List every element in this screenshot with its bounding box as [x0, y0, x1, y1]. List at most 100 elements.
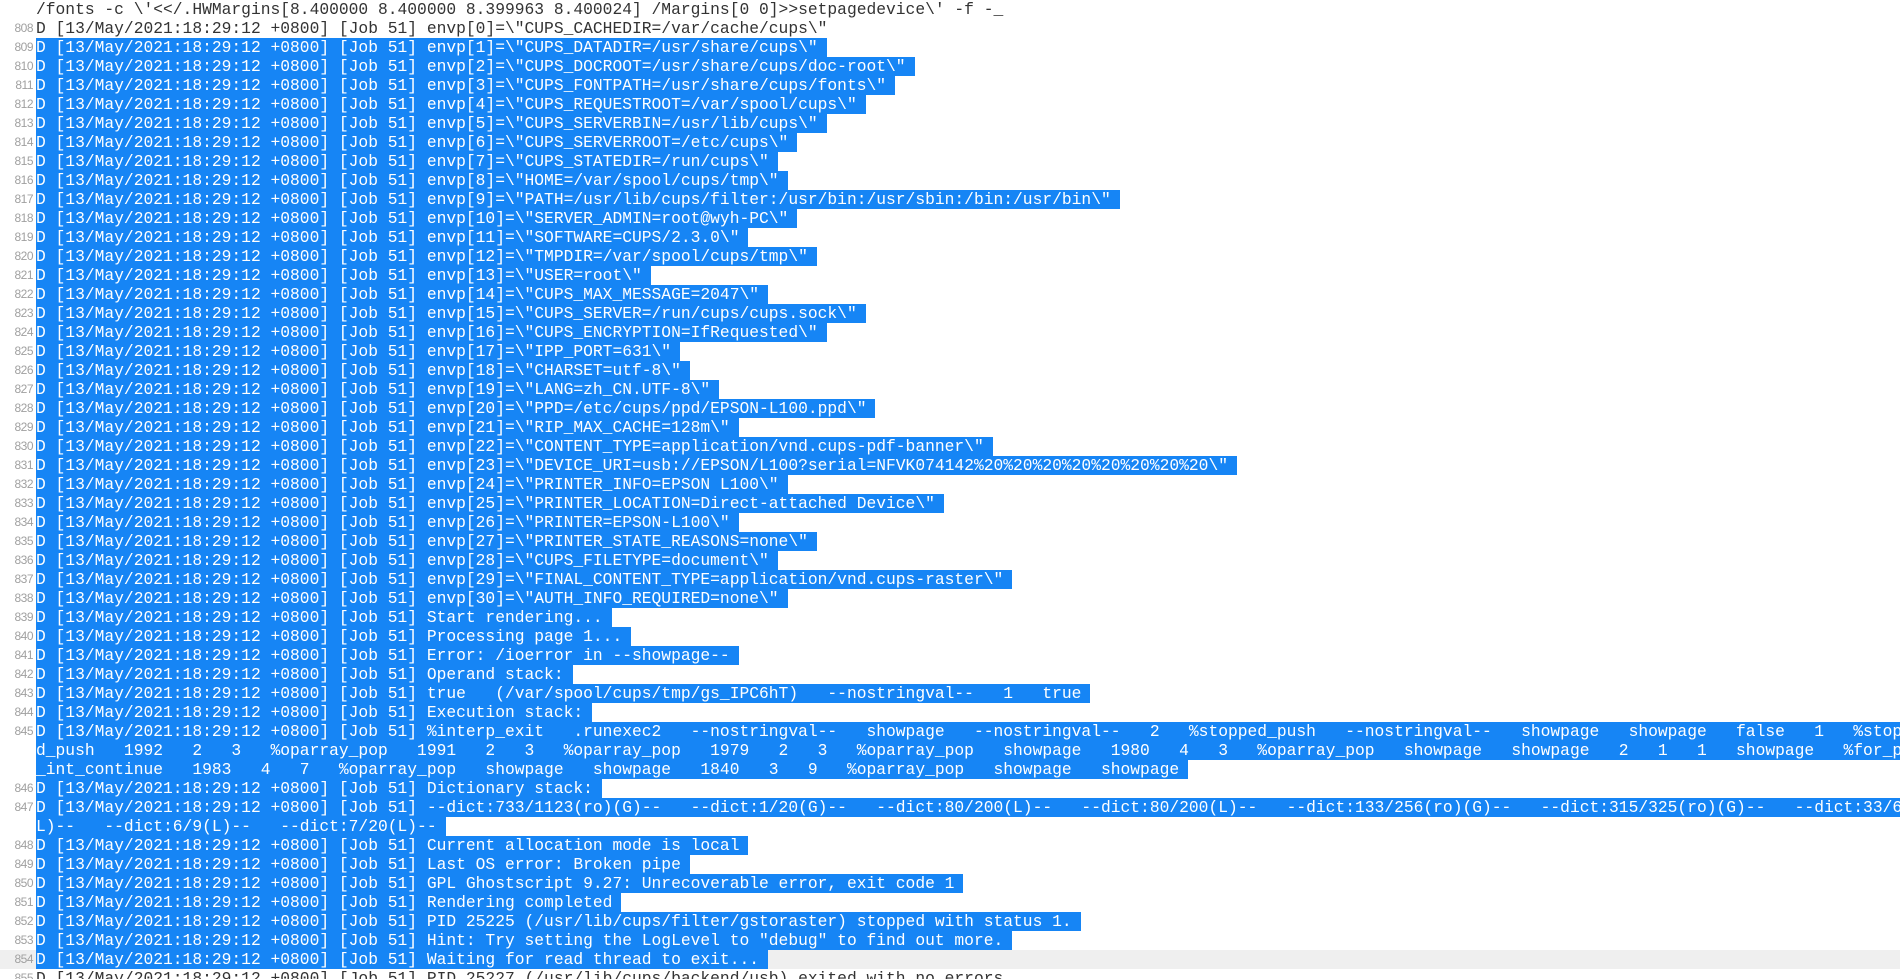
- editor-line[interactable]: 808 D [13/May/2021:18:29:12 +0800] [Job 5…: [0, 19, 1900, 38]
- editor-line[interactable]: 855 D [13/May/2021:18:29:12 +0800] [Job 5…: [0, 969, 1900, 979]
- editor-line[interactable]: /fonts -c \'<</.HWMargins[8.400000 8.400…: [0, 0, 1900, 19]
- editor-line[interactable]: 829 D [13/May/2021:18:29:12 +0800] [Job 5…: [0, 418, 1900, 437]
- line-number: 841: [14, 648, 33, 662]
- editor-line[interactable]: 825 D [13/May/2021:18:29:12 +0800] [Job 5…: [0, 342, 1900, 361]
- line-text: D [13/May/2021:18:29:12 +0800] [Job 51] …: [36, 323, 827, 342]
- editor-line[interactable]: L)-- --dict:6/9(L)-- --dict:7/20(L)--: [0, 817, 1900, 836]
- editor-line[interactable]: 841 D [13/May/2021:18:29:12 +0800] [Job 5…: [0, 646, 1900, 665]
- editor-line[interactable]: 845 D [13/May/2021:18:29:12 +0800] [Job 5…: [0, 722, 1900, 741]
- editor-line[interactable]: d_push 1992 2 3 %oparray_pop 1991 2 3 %o…: [0, 741, 1900, 760]
- line-text: D [13/May/2021:18:29:12 +0800] [Job 51] …: [36, 589, 788, 608]
- editor-line[interactable]: 834 D [13/May/2021:18:29:12 +0800] [Job 5…: [0, 513, 1900, 532]
- editor-line[interactable]: 822 D [13/May/2021:18:29:12 +0800] [Job 5…: [0, 285, 1900, 304]
- line-text: D [13/May/2021:18:29:12 +0800] [Job 51] …: [36, 798, 1900, 817]
- line-number: 817: [14, 192, 33, 206]
- editor-line[interactable]: 851 D [13/May/2021:18:29:12 +0800] [Job 5…: [0, 893, 1900, 912]
- line-text: D [13/May/2021:18:29:12 +0800] [Job 51] …: [36, 38, 827, 57]
- line-number: 823: [14, 306, 33, 320]
- editor-line[interactable]: 850 D [13/May/2021:18:29:12 +0800] [Job 5…: [0, 874, 1900, 893]
- line-text: d_push 1992 2 3 %oparray_pop 1991 2 3 %o…: [36, 741, 1900, 760]
- editor-line[interactable]: 852 D [13/May/2021:18:29:12 +0800] [Job 5…: [0, 912, 1900, 931]
- editor-line[interactable]: 826 D [13/May/2021:18:29:12 +0800] [Job 5…: [0, 361, 1900, 380]
- line-text: D [13/May/2021:18:29:12 +0800] [Job 51] …: [36, 247, 817, 266]
- line-number: 828: [14, 401, 33, 415]
- line-number: 826: [14, 363, 33, 377]
- line-number: 848: [14, 838, 33, 852]
- editor-line[interactable]: _int_continue 1983 4 7 %oparray_pop show…: [0, 760, 1900, 779]
- line-number: 840: [14, 629, 33, 643]
- editor-line[interactable]: 832 D [13/May/2021:18:29:12 +0800] [Job 5…: [0, 475, 1900, 494]
- line-text: D [13/May/2021:18:29:12 +0800] [Job 51] …: [36, 494, 944, 513]
- editor-line[interactable]: 814 D [13/May/2021:18:29:12 +0800] [Job 5…: [0, 133, 1900, 152]
- line-text: D [13/May/2021:18:29:12 +0800] [Job 51] …: [36, 171, 788, 190]
- editor-line[interactable]: 811 D [13/May/2021:18:29:12 +0800] [Job 5…: [0, 76, 1900, 95]
- editor-line[interactable]: 837 D [13/May/2021:18:29:12 +0800] [Job 5…: [0, 570, 1900, 589]
- editor-line[interactable]: 836 D [13/May/2021:18:29:12 +0800] [Job 5…: [0, 551, 1900, 570]
- line-text: D [13/May/2021:18:29:12 +0800] [Job 51] …: [36, 722, 1900, 741]
- editor-line[interactable]: 813 D [13/May/2021:18:29:12 +0800] [Job 5…: [0, 114, 1900, 133]
- editor-line[interactable]: 854 D [13/May/2021:18:29:12 +0800] [Job 5…: [0, 950, 1900, 969]
- line-number: 812: [14, 97, 33, 111]
- editor-line[interactable]: 835 D [13/May/2021:18:29:12 +0800] [Job 5…: [0, 532, 1900, 551]
- line-text: D [13/May/2021:18:29:12 +0800] [Job 51] …: [36, 418, 739, 437]
- line-text: D [13/May/2021:18:29:12 +0800] [Job 51] …: [36, 969, 1014, 979]
- editor-line[interactable]: 823 D [13/May/2021:18:29:12 +0800] [Job 5…: [0, 304, 1900, 323]
- line-number: 834: [14, 515, 33, 529]
- editor-line[interactable]: 833 D [13/May/2021:18:29:12 +0800] [Job 5…: [0, 494, 1900, 513]
- line-text: D [13/May/2021:18:29:12 +0800] [Job 51] …: [36, 684, 1091, 703]
- line-text: D [13/May/2021:18:29:12 +0800] [Job 51] …: [36, 133, 798, 152]
- editor-line[interactable]: 830 D [13/May/2021:18:29:12 +0800] [Job 5…: [0, 437, 1900, 456]
- line-text: D [13/May/2021:18:29:12 +0800] [Job 51] …: [36, 551, 778, 570]
- editor-line[interactable]: 846 D [13/May/2021:18:29:12 +0800] [Job 5…: [0, 779, 1900, 798]
- editor-line[interactable]: 817 D [13/May/2021:18:29:12 +0800] [Job 5…: [0, 190, 1900, 209]
- line-text: D [13/May/2021:18:29:12 +0800] [Job 51] …: [36, 342, 681, 361]
- line-number: 847: [14, 800, 33, 814]
- editor-line[interactable]: 819 D [13/May/2021:18:29:12 +0800] [Job 5…: [0, 228, 1900, 247]
- editor-line[interactable]: 840 D [13/May/2021:18:29:12 +0800] [Job 5…: [0, 627, 1900, 646]
- line-text: L)-- --dict:6/9(L)-- --dict:7/20(L)--: [36, 817, 446, 836]
- line-text: D [13/May/2021:18:29:12 +0800] [Job 51] …: [36, 209, 798, 228]
- editor-line[interactable]: 827 D [13/May/2021:18:29:12 +0800] [Job 5…: [0, 380, 1900, 399]
- line-number: 824: [14, 325, 33, 339]
- editor-line[interactable]: 818 D [13/May/2021:18:29:12 +0800] [Job 5…: [0, 209, 1900, 228]
- editor-line[interactable]: 821 D [13/May/2021:18:29:12 +0800] [Job 5…: [0, 266, 1900, 285]
- editor-line[interactable]: 815 D [13/May/2021:18:29:12 +0800] [Job 5…: [0, 152, 1900, 171]
- editor-line[interactable]: 844 D [13/May/2021:18:29:12 +0800] [Job 5…: [0, 703, 1900, 722]
- line-number: 809: [14, 40, 33, 54]
- line-number: 854: [14, 952, 33, 966]
- line-text: D [13/May/2021:18:29:12 +0800] [Job 51] …: [36, 228, 749, 247]
- line-text: D [13/May/2021:18:29:12 +0800] [Job 51] …: [36, 266, 651, 285]
- editor-line[interactable]: 838 D [13/May/2021:18:29:12 +0800] [Job 5…: [0, 589, 1900, 608]
- line-number: 818: [14, 211, 33, 225]
- editor-line[interactable]: 828 D [13/May/2021:18:29:12 +0800] [Job 5…: [0, 399, 1900, 418]
- editor-line[interactable]: 849 D [13/May/2021:18:29:12 +0800] [Job 5…: [0, 855, 1900, 874]
- editor-line[interactable]: 810 D [13/May/2021:18:29:12 +0800] [Job 5…: [0, 57, 1900, 76]
- line-text: D [13/May/2021:18:29:12 +0800] [Job 51] …: [36, 475, 788, 494]
- editor-line[interactable]: 848 D [13/May/2021:18:29:12 +0800] [Job 5…: [0, 836, 1900, 855]
- line-text: D [13/May/2021:18:29:12 +0800] [Job 51] …: [36, 779, 602, 798]
- editor-line[interactable]: 843 D [13/May/2021:18:29:12 +0800] [Job 5…: [0, 684, 1900, 703]
- line-text: D [13/May/2021:18:29:12 +0800] [Job 51] …: [36, 893, 622, 912]
- editor-line[interactable]: 842 D [13/May/2021:18:29:12 +0800] [Job 5…: [0, 665, 1900, 684]
- editor-line[interactable]: 839 D [13/May/2021:18:29:12 +0800] [Job 5…: [0, 608, 1900, 627]
- line-number: 825: [14, 344, 33, 358]
- editor-line[interactable]: 820 D [13/May/2021:18:29:12 +0800] [Job 5…: [0, 247, 1900, 266]
- editor-line[interactable]: 847 D [13/May/2021:18:29:12 +0800] [Job 5…: [0, 798, 1900, 817]
- line-number: 830: [14, 439, 33, 453]
- line-text: D [13/May/2021:18:29:12 +0800] [Job 51] …: [36, 703, 593, 722]
- editor-line[interactable]: 812 D [13/May/2021:18:29:12 +0800] [Job 5…: [0, 95, 1900, 114]
- line-text: D [13/May/2021:18:29:12 +0800] [Job 51] …: [36, 57, 915, 76]
- line-text: D [13/May/2021:18:29:12 +0800] [Job 51] …: [36, 190, 1120, 209]
- editor-line[interactable]: 824 D [13/May/2021:18:29:12 +0800] [Job 5…: [0, 323, 1900, 342]
- editor-line[interactable]: 809 D [13/May/2021:18:29:12 +0800] [Job 5…: [0, 38, 1900, 57]
- line-text: D [13/May/2021:18:29:12 +0800] [Job 51] …: [36, 152, 778, 171]
- line-number: 846: [14, 781, 33, 795]
- line-number: 849: [14, 857, 33, 871]
- text-editor[interactable]: /fonts -c \'<</.HWMargins[8.400000 8.400…: [0, 0, 1900, 979]
- editor-line[interactable]: 816 D [13/May/2021:18:29:12 +0800] [Job 5…: [0, 171, 1900, 190]
- editor-line[interactable]: 831 D [13/May/2021:18:29:12 +0800] [Job 5…: [0, 456, 1900, 475]
- editor-line[interactable]: 853 D [13/May/2021:18:29:12 +0800] [Job 5…: [0, 931, 1900, 950]
- line-number: 844: [14, 705, 33, 719]
- line-text: D [13/May/2021:18:29:12 +0800] [Job 51] …: [36, 19, 828, 38]
- line-number: 821: [14, 268, 33, 282]
